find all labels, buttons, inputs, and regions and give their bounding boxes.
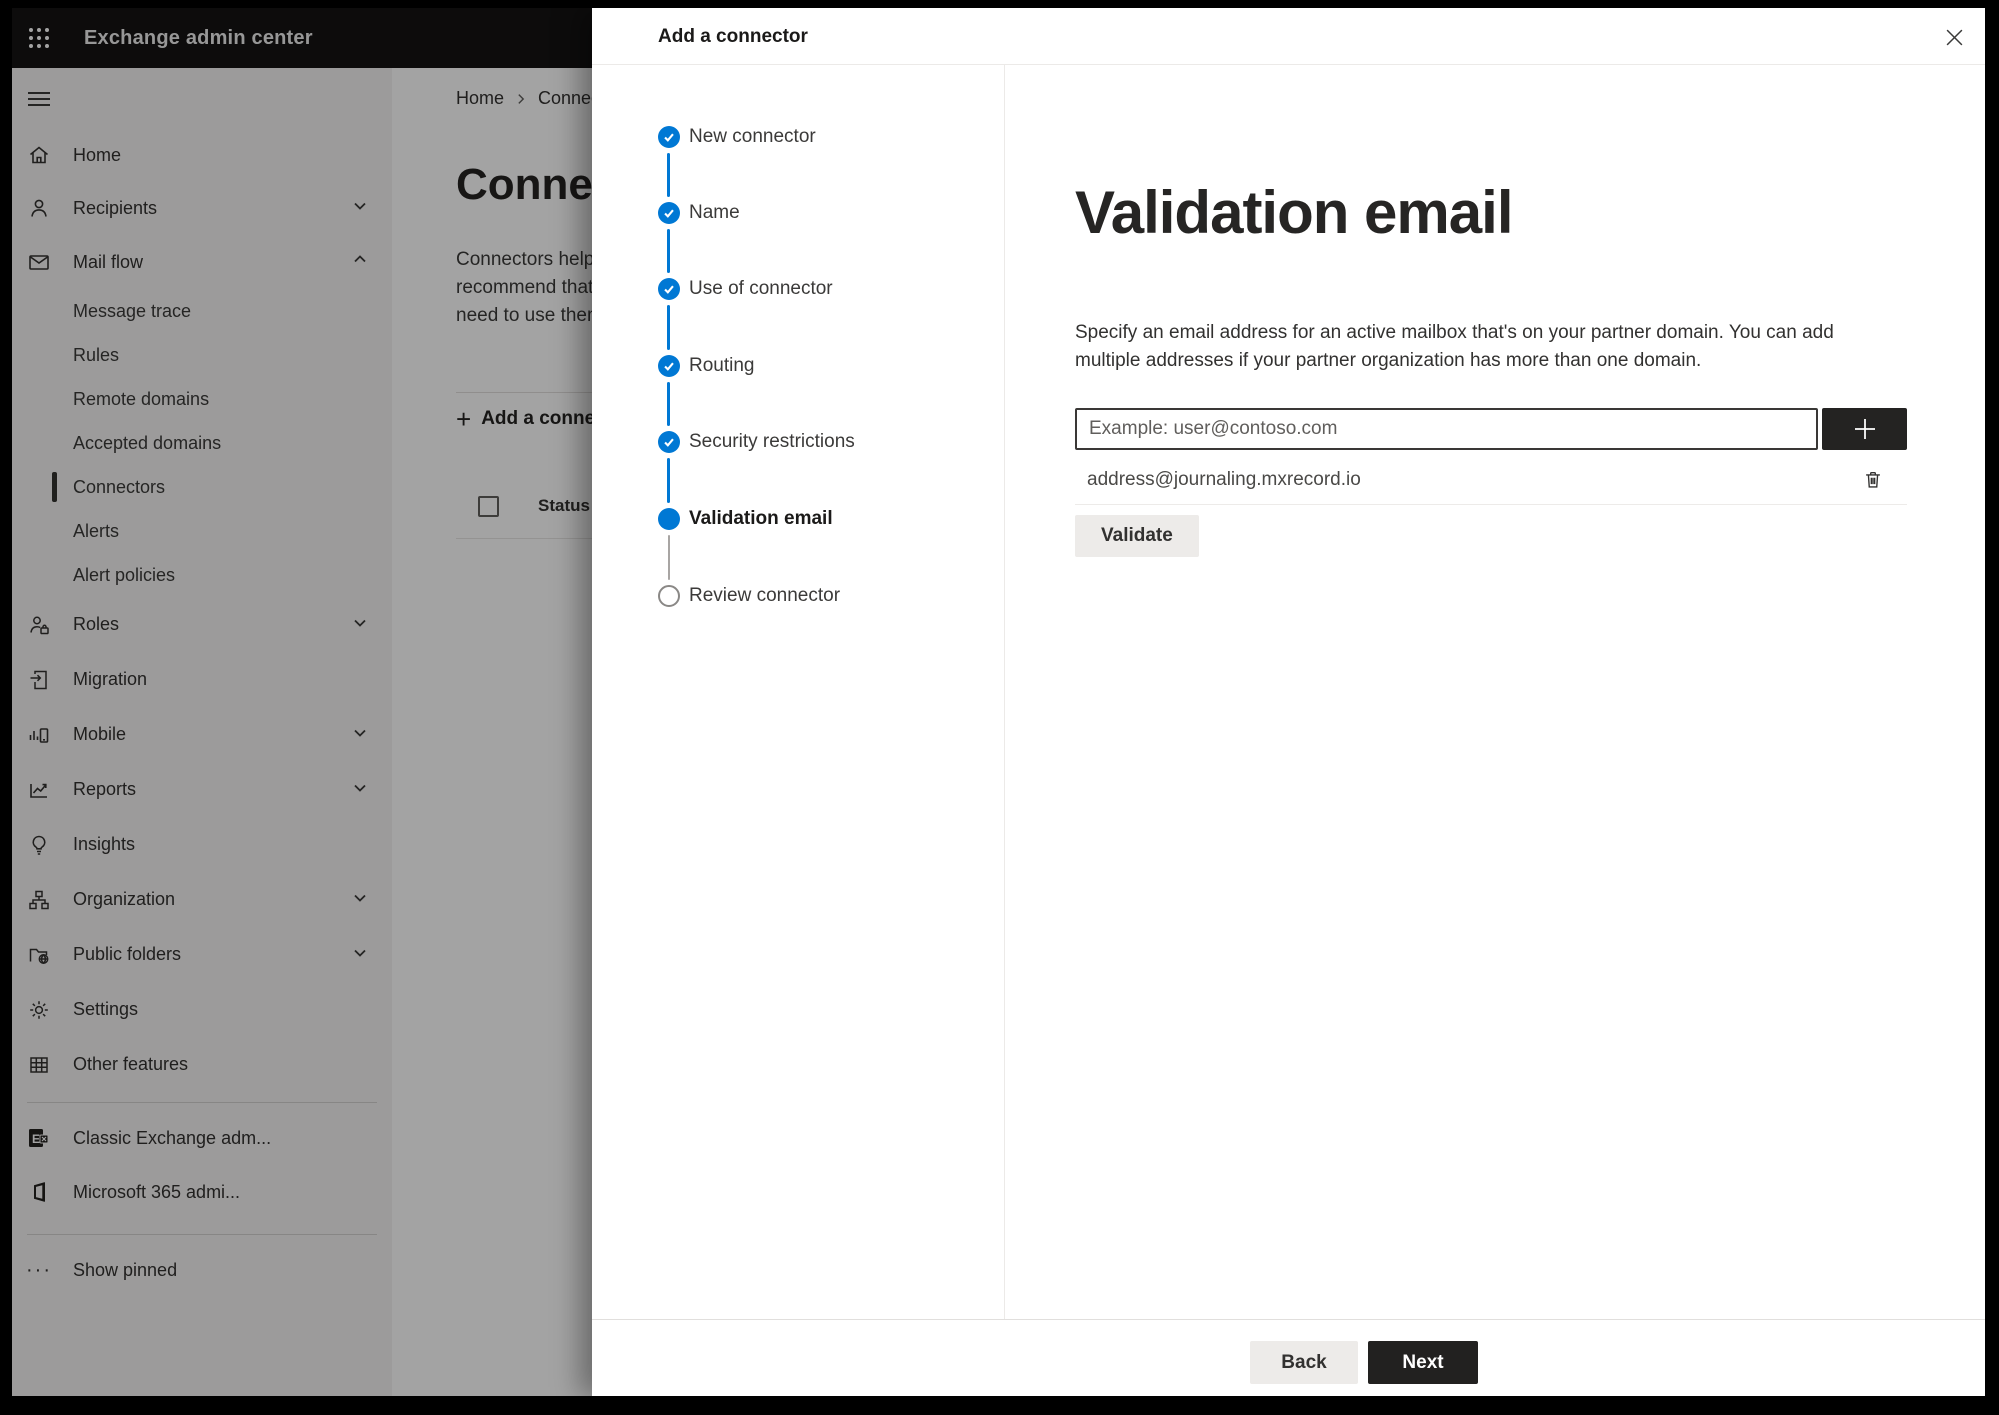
step-completed-icon [658,355,680,377]
panel-header: Add a connector [592,8,1985,65]
step-completed-icon [658,126,680,148]
step-completed-icon [658,202,680,224]
step-description: Specify an email address for an active m… [1075,322,1834,371]
wizard-footer: Back Next [592,1319,1985,1396]
wizard-step-name[interactable]: Name [689,202,740,224]
add-email-button[interactable] [1822,408,1907,450]
panel-title: Add a connector [658,26,808,47]
trash-icon [1866,471,1880,488]
step-current-icon [658,508,680,530]
wizard-step-use-of-connector[interactable]: Use of connector [689,278,833,300]
step-connector-line [667,305,670,350]
add-connector-panel: Add a connector New connector Name Use o… [592,8,1985,1396]
close-icon [1946,29,1962,45]
step-upcoming-icon [658,585,680,607]
wizard-step-routing[interactable]: Routing [689,355,755,377]
step-completed-icon [658,278,680,300]
wizard-step-validation-email[interactable]: Validation email [689,508,833,530]
step-connector-line [667,153,670,197]
wizard-step-new-connector[interactable]: New connector [689,126,816,148]
screenshot-stage: Exchange admin center Home Recipients Ma… [0,0,1999,1415]
next-button[interactable]: Next [1368,1341,1478,1384]
divider [1075,504,1907,505]
step-connector-line [668,535,670,580]
wizard-content-pane: Validation email Specify an email addres… [1005,65,1985,1319]
validation-email-input[interactable] [1075,408,1818,450]
wizard-step-security-restrictions[interactable]: Security restrictions [689,431,855,453]
email-address-row[interactable]: address@journaling.mxrecord.io [1075,456,1907,504]
email-input-row [1075,408,1985,450]
wizard-steps-nav: New connector Name Use of connector Rout… [592,65,1005,1319]
step-connector-line [667,458,670,503]
exchange-admin-center-window: Exchange admin center Home Recipients Ma… [12,8,1985,1396]
close-button[interactable] [1939,22,1969,52]
email-address-value: address@journaling.mxrecord.io [1087,469,1361,490]
validate-button[interactable]: Validate [1075,515,1199,557]
plus-icon [1854,419,1875,439]
step-completed-icon [658,431,680,453]
step-heading: Validation email [1075,179,1514,246]
back-button[interactable]: Back [1250,1341,1358,1384]
step-connector-line [667,382,670,426]
step-connector-line [667,229,670,273]
wizard-step-review-connector[interactable]: Review connector [689,585,840,607]
delete-email-button[interactable] [1859,466,1887,494]
